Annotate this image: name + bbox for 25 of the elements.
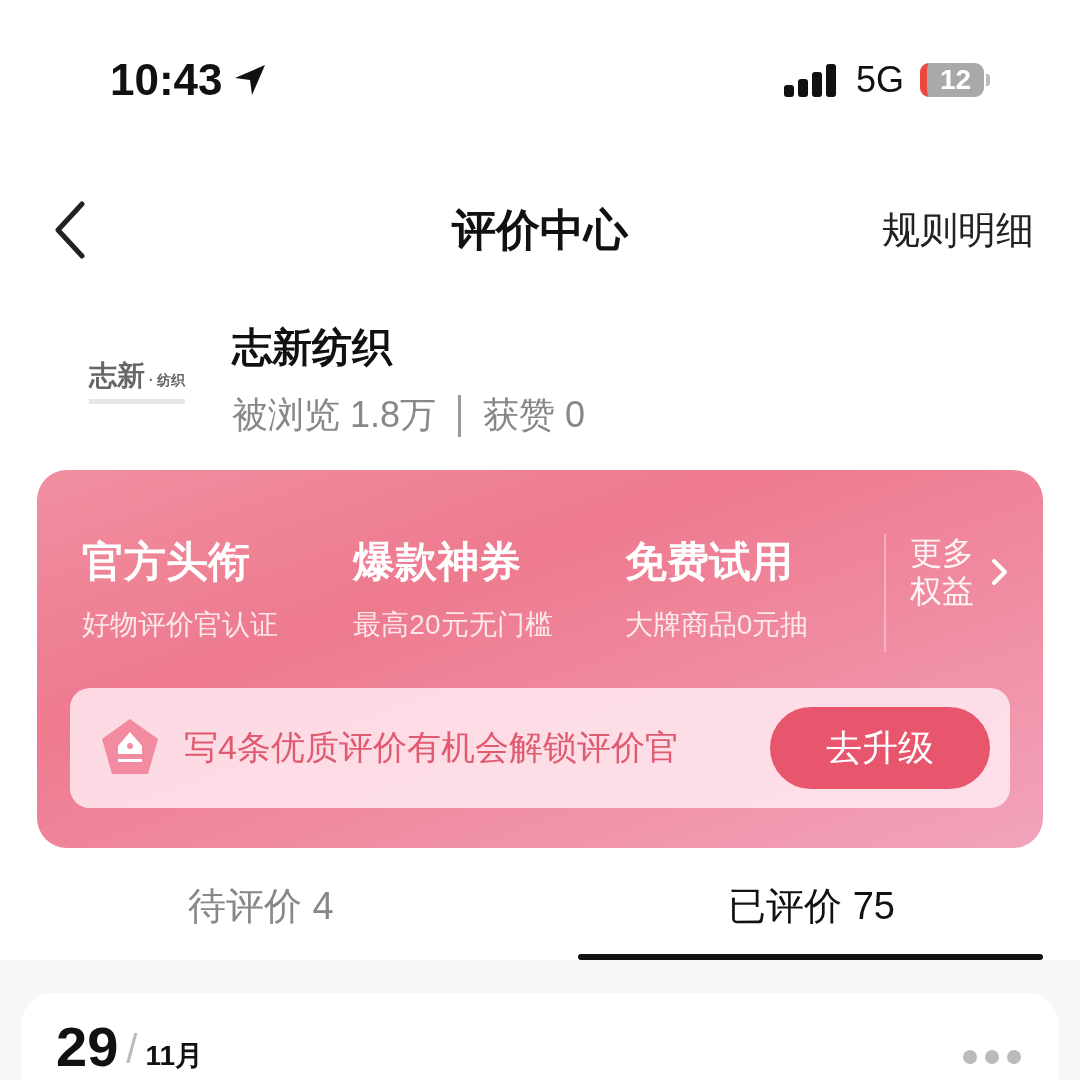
tab[interactable]: 待评价 4: [187, 861, 334, 954]
benefit-subtitle: 最高20元无门槛: [353, 608, 554, 642]
benefit-title: 官方头衔: [82, 537, 251, 587]
date-separator: /: [126, 1027, 138, 1072]
record-month: 11月: [145, 1039, 204, 1073]
page-title: 评价中心: [452, 204, 628, 254]
signal-icon: [783, 63, 838, 97]
more-benefits-link[interactable]: 更多权益: [910, 534, 1010, 610]
upgrade-message: 写4条优质评价有机会解锁评价官: [184, 727, 680, 768]
record-day: 29: [56, 1019, 119, 1075]
like-count: 获赞 0: [483, 393, 586, 437]
benefit-title: 免费试用: [624, 537, 794, 587]
upgrade-button[interactable]: 去升级: [770, 707, 990, 789]
chevron-right-icon: [990, 557, 1010, 587]
tab-selected[interactable]: 已评价 75: [728, 861, 895, 954]
view-count: 被浏览 1.8万: [232, 393, 437, 437]
benefit-title: 爆款神券: [353, 537, 523, 587]
network-type: 5G: [855, 59, 904, 101]
rules-link[interactable]: 规则明细: [882, 204, 1034, 256]
clock-time: 10:43: [110, 55, 223, 105]
benefit-subtitle: 大牌商品0元抽: [624, 608, 810, 642]
logo-suffix: · 纺织: [148, 371, 185, 390]
benefit-subtitle: 好物评价官认证: [82, 608, 279, 642]
shop-name: 志新纺织: [232, 324, 394, 371]
logo-name: 志新: [89, 358, 146, 393]
